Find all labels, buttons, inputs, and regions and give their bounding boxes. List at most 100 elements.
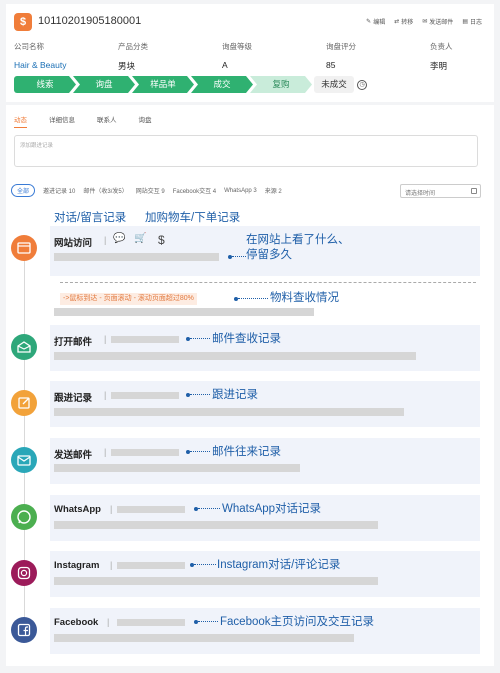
- log-icon: ▤: [462, 19, 468, 25]
- section-divider: [6, 102, 494, 105]
- stage-sample[interactable]: 样品单: [132, 76, 194, 93]
- separator: |: [110, 504, 113, 514]
- calendar-icon: [471, 188, 477, 194]
- stage-lead[interactable]: 线索: [14, 76, 76, 93]
- followup-note-input[interactable]: 添加跟进记录: [14, 135, 478, 167]
- crm-record-card: $ 10110201905180001 ✎ 编辑 ⇄ 转移 ✉ 发送邮件 ▤ 日志 公司…: [6, 4, 494, 666]
- separator: |: [104, 334, 107, 344]
- annotation-mail-check: 邮件查收记录: [212, 333, 281, 345]
- date-picker-input[interactable]: 请选择时间: [400, 184, 481, 198]
- whatsapp-icon: [11, 504, 37, 530]
- company-link[interactable]: Hair & Beauty: [14, 60, 118, 70]
- send-mail-icon: [11, 447, 37, 473]
- annotation-leader: [194, 564, 216, 565]
- placeholder-bar: [54, 634, 354, 642]
- placeholder-bar: [54, 521, 378, 529]
- separator: |: [104, 235, 107, 245]
- open-mail-icon: [11, 334, 37, 360]
- placeholder-bar: [54, 352, 416, 360]
- annotation-cart: 加购物车/下单记录: [145, 212, 241, 224]
- log-button[interactable]: ▤ 日志: [462, 17, 482, 26]
- detail-tabs: 动态 详细信息 联系人 询盘: [14, 114, 152, 128]
- placeholder-bar: [54, 308, 314, 316]
- browser-icon: [11, 235, 37, 261]
- field-company: 公司名称 Hair & Beauty: [14, 41, 118, 72]
- placeholder-bar: [54, 408, 404, 416]
- row-title-facebook: Facebook: [54, 617, 99, 628]
- field-level: 询盘等级 A: [222, 42, 252, 70]
- annotation-leader: [232, 256, 246, 257]
- page-behavior-tag: ->鼠标到达 - 页面滚动 - 滚动页面超过80%: [60, 293, 197, 305]
- row-title-whatsapp: WhatsApp: [54, 504, 101, 515]
- lost-button[interactable]: 未成交: [314, 76, 354, 93]
- filter-whatsapp[interactable]: WhatsApp 3: [224, 188, 257, 194]
- placeholder-bar: [111, 336, 179, 343]
- instagram-icon: [11, 560, 37, 586]
- timeline-row-followup: [50, 381, 480, 427]
- row-title-followup: 跟进记录: [54, 393, 93, 404]
- row-title-web: 网站访问: [54, 238, 93, 249]
- annotation-instagram: Instagram对话/评论记录: [217, 559, 341, 571]
- annotation-material: 物料查收情况: [270, 292, 339, 304]
- activity-filters: 全部 邀进记录 10 邮件（收3/发5） 网站交互 9 Facebook交互 4…: [11, 184, 282, 197]
- dollar-icon: $: [158, 233, 165, 247]
- stage-deal[interactable]: 成交: [191, 76, 253, 93]
- placeholder-bar: [54, 577, 378, 585]
- separator: |: [110, 560, 113, 570]
- placeholder-bar: [111, 449, 179, 456]
- header-actions: ✎ 编辑 ⇄ 转移 ✉ 发送邮件 ▤ 日志: [366, 17, 482, 26]
- stage-pipeline: 线索 询盘 样品单 成交 复购: [14, 76, 309, 93]
- filter-followups[interactable]: 邀进记录 10: [43, 186, 75, 195]
- row-title-instagram: Instagram: [54, 560, 100, 571]
- record-id: 10110201905180001: [38, 15, 142, 27]
- placeholder-bar: [117, 562, 185, 569]
- separator: |: [107, 617, 110, 627]
- annotation-leader: [190, 338, 210, 339]
- tab-inquiry[interactable]: 询盘: [139, 114, 152, 128]
- edit-button[interactable]: ✎ 编辑: [366, 17, 385, 26]
- placeholder-bar: [117, 619, 185, 626]
- row-title-open-mail: 打开邮件: [54, 337, 93, 348]
- chat-bubble-icon: 💬: [113, 233, 126, 244]
- record-fields: 公司名称 Hair & Beauty 产品分类 男块 询盘等级 A 询盘评分 8…: [14, 41, 486, 72]
- tab-activity[interactable]: 动态: [14, 114, 27, 128]
- annotation-web: 在网站上看了什么、 停留多久: [246, 234, 350, 261]
- tab-details[interactable]: 详细信息: [49, 114, 75, 128]
- tab-contacts[interactable]: 联系人: [97, 114, 117, 128]
- placeholder-bar: [54, 253, 219, 261]
- stage-repurchase[interactable]: 复购: [250, 76, 312, 93]
- transfer-icon: ⇄: [394, 19, 400, 25]
- transfer-button[interactable]: ⇄ 转移: [394, 17, 413, 26]
- field-score: 询盘评分 85: [326, 42, 356, 70]
- mail-icon: ✉: [422, 19, 428, 25]
- filter-website[interactable]: 网站交互 9: [136, 186, 165, 195]
- edit-note-icon: [11, 390, 37, 416]
- field-category: 产品分类 男块: [118, 42, 148, 71]
- annotation-leader: [190, 451, 210, 452]
- separator: |: [104, 447, 107, 457]
- annotation-leader: [198, 508, 220, 509]
- annotation-mail-exchange: 邮件往来记录: [212, 446, 281, 458]
- annotation-whatsapp: WhatsApp对话记录: [222, 503, 322, 515]
- filter-facebook[interactable]: Facebook交互 4: [173, 186, 216, 195]
- dashed-divider: [60, 282, 476, 283]
- placeholder-bar: [117, 506, 185, 513]
- filter-source[interactable]: 来源 2: [265, 186, 282, 195]
- annotation-leader: [238, 298, 268, 299]
- facebook-icon: [11, 617, 37, 643]
- annotation-facebook: Facebook主页访问及交互记录: [220, 616, 375, 628]
- annotation-chat: 对话/留言记录: [54, 212, 127, 224]
- annotation-leader: [198, 621, 218, 622]
- filter-all[interactable]: 全部: [11, 184, 36, 197]
- clock-icon[interactable]: ◷: [357, 80, 367, 90]
- filter-emails[interactable]: 邮件（收3/发5）: [83, 186, 127, 195]
- app-logo-icon: $: [14, 13, 32, 31]
- field-owner: 负责人 李明: [430, 42, 453, 71]
- stage-inquiry[interactable]: 询盘: [73, 76, 135, 93]
- placeholder-bar: [54, 464, 300, 472]
- cart-icon: 🛒: [134, 233, 147, 244]
- annotation-followup: 跟进记录: [212, 389, 258, 401]
- placeholder-bar: [111, 392, 179, 399]
- annotation-leader: [190, 394, 210, 395]
- send-email-button[interactable]: ✉ 发送邮件: [422, 17, 453, 26]
